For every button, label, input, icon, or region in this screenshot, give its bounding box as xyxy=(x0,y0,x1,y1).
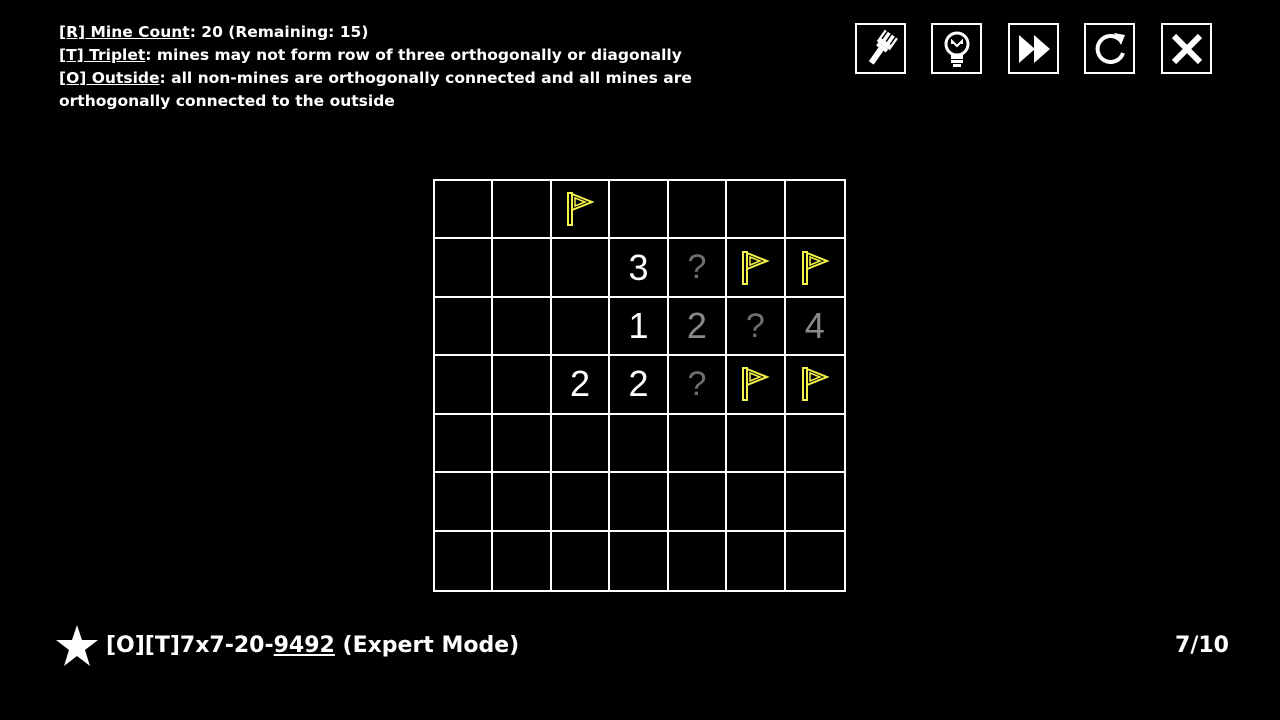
close-button[interactable] xyxy=(1161,23,1212,74)
board-cell[interactable] xyxy=(435,473,494,532)
star-icon[interactable] xyxy=(55,624,99,668)
flag-icon xyxy=(742,367,771,402)
board-cell[interactable] xyxy=(552,531,611,590)
board-cell[interactable] xyxy=(551,414,611,474)
board-cell[interactable] xyxy=(493,531,552,590)
board-cell[interactable] xyxy=(435,531,494,590)
board-cell[interactable] xyxy=(668,181,728,240)
hint-button[interactable] xyxy=(931,23,982,74)
board-cell[interactable] xyxy=(493,356,552,415)
board-cell[interactable] xyxy=(668,414,728,474)
brush-icon xyxy=(868,29,898,65)
skip-button[interactable] xyxy=(1008,23,1059,74)
board-cell[interactable] xyxy=(493,473,552,532)
flag-icon xyxy=(567,192,595,227)
board-cell-flag[interactable] xyxy=(785,356,844,415)
board-cell[interactable] xyxy=(435,297,494,357)
restart-icon xyxy=(1095,32,1125,64)
board-cell-flag[interactable] xyxy=(785,239,844,298)
rule-text-mine-count: : 20 (Remaining: 15) xyxy=(189,23,369,41)
flag-icon xyxy=(801,367,830,402)
board-cell[interactable] xyxy=(610,473,669,532)
puzzle-seed-link[interactable]: 9492 xyxy=(274,633,335,658)
rule-outside: [O] Outside: all non-mines are orthogona… xyxy=(59,67,799,113)
rule-triplet: [T] Triplet: mines may not form row of t… xyxy=(59,44,799,67)
board-cell[interactable] xyxy=(435,239,494,298)
board-cell-flag[interactable] xyxy=(727,239,786,298)
board-cell-number[interactable]: 1 xyxy=(610,297,669,357)
board-cell-unknown[interactable]: ? xyxy=(668,356,728,415)
rule-tag-triplet[interactable]: [T] Triplet xyxy=(59,46,145,64)
board-cell[interactable] xyxy=(727,181,786,240)
board-cell[interactable] xyxy=(493,414,552,474)
board-cell[interactable] xyxy=(727,473,786,532)
close-icon xyxy=(1171,33,1202,64)
board-cell[interactable] xyxy=(435,356,494,415)
progress-counter: 7/10 xyxy=(1175,633,1229,658)
lightbulb-icon xyxy=(944,31,969,67)
board-cell[interactable] xyxy=(551,473,611,532)
board-cell[interactable] xyxy=(493,239,552,298)
board-cell-flag[interactable] xyxy=(727,356,786,415)
board-cell[interactable] xyxy=(610,414,669,474)
rule-mine-count: [R] Mine Count: 20 (Remaining: 15) xyxy=(59,21,799,44)
board-cell[interactable] xyxy=(786,532,844,590)
rule-tag-mine-count[interactable]: [R] Mine Count xyxy=(59,23,190,41)
board-cell[interactable] xyxy=(785,473,844,532)
rule-text-triplet: : mines may not form row of three orthog… xyxy=(145,46,682,64)
board-cell[interactable] xyxy=(668,473,728,532)
board-cell[interactable] xyxy=(669,531,728,590)
board-cell-number[interactable]: 4 xyxy=(785,298,844,357)
board-cell[interactable] xyxy=(551,297,611,357)
fast-forward-icon xyxy=(1018,34,1050,63)
board-cell-number[interactable]: 2 xyxy=(610,356,669,415)
board-cell[interactable] xyxy=(551,239,611,298)
board-cell[interactable] xyxy=(610,181,669,240)
flag-icon xyxy=(801,250,830,285)
board-cell[interactable] xyxy=(435,414,494,474)
board-cell[interactable] xyxy=(610,531,669,590)
board-cell[interactable] xyxy=(435,181,494,240)
board-cell-number[interactable]: 2 xyxy=(668,297,728,357)
puzzle-suffix: (Expert Mode) xyxy=(334,633,520,658)
restart-button[interactable] xyxy=(1084,23,1135,74)
board-cell-number[interactable]: 3 xyxy=(610,239,669,298)
game-board: 3? 1 2? 4 2 2? xyxy=(433,179,846,592)
board-cell[interactable] xyxy=(493,181,552,240)
puzzle-id: [O][T]7x7-20-9492 (Expert Mode) xyxy=(106,633,519,658)
board-cell[interactable] xyxy=(727,531,786,590)
board-cell[interactable] xyxy=(493,297,552,357)
puzzle-prefix: [O][T]7x7-20- xyxy=(106,633,274,658)
board-cell-unknown[interactable]: ? xyxy=(727,297,786,357)
rules-panel: [R] Mine Count: 20 (Remaining: 15) [T] T… xyxy=(59,21,799,113)
board-cell[interactable] xyxy=(727,414,786,474)
board-cell-number[interactable]: 2 xyxy=(551,356,611,415)
brush-button[interactable] xyxy=(855,23,906,74)
flag-icon xyxy=(742,250,771,285)
board-cell[interactable] xyxy=(785,415,844,474)
board-cell[interactable] xyxy=(785,181,844,240)
rule-tag-outside[interactable]: [O] Outside xyxy=(59,69,160,87)
board-cell-flag[interactable] xyxy=(551,181,611,240)
board-cell-unknown[interactable]: ? xyxy=(668,239,728,298)
